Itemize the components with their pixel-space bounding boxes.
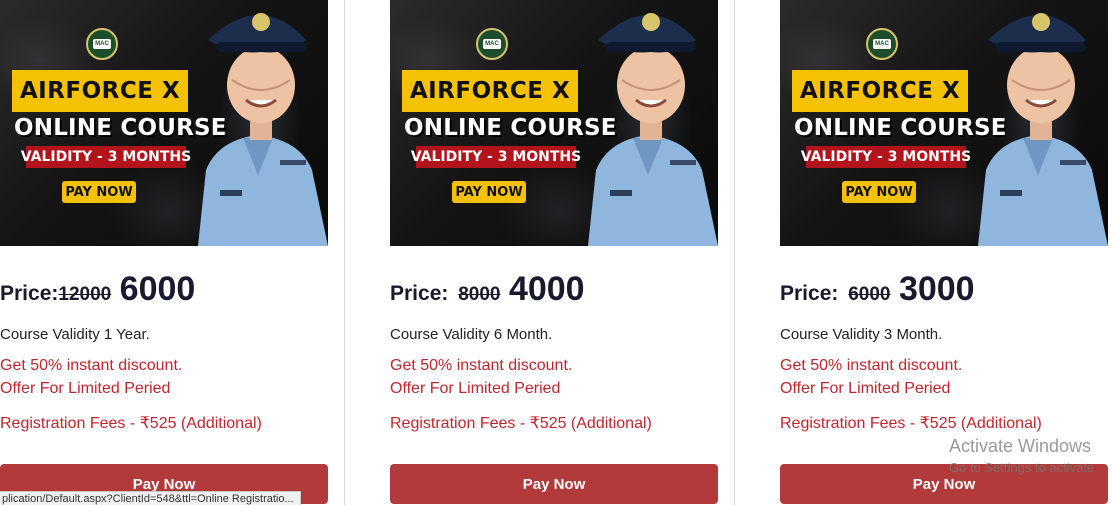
course-validity: Course Validity 1 Year.: [0, 326, 150, 343]
activate-windows-watermark: Activate Windows Go to Settings to activ…: [949, 436, 1094, 475]
banner-course-title: ONLINE COURSE: [14, 115, 227, 141]
banner-pay-tag: PAY NOW: [62, 181, 136, 203]
registration-fees: Registration Fees - ₹525 (Additional): [0, 415, 262, 432]
logo-text: MAC: [483, 39, 501, 49]
original-price: 8000: [458, 284, 501, 305]
banner-validity-tag: VALIDITY - 3 MONTHS: [411, 146, 581, 168]
banner-validity-tag: VALIDITY - 3 MONTHS: [801, 146, 971, 168]
academy-logo: MAC: [86, 28, 118, 60]
discount-text: Get 50% instant discount.: [390, 357, 573, 374]
offer-text: Offer For Limited Peried: [390, 380, 561, 397]
column-divider: [344, 0, 345, 505]
pay-now-button[interactable]: Pay Now: [390, 464, 718, 504]
original-price: 12000: [58, 284, 112, 305]
price-label: Price:: [390, 282, 455, 305]
banner-course-tag: AIRFORCE X: [402, 70, 578, 112]
price-row: Price: 8000 4000: [390, 270, 585, 309]
price-label: Price:: [0, 282, 59, 305]
academy-logo: MAC: [476, 28, 508, 60]
watermark-subtitle: Go to Settings to activate: [949, 460, 1095, 475]
banner-validity-tag: VALIDITY - 3 MONTHS: [21, 146, 191, 168]
discounted-price: 6000: [119, 270, 196, 308]
airforce-officer-image: [198, 13, 328, 246]
price-row: Price:12000 6000: [0, 270, 195, 309]
course-card-3-month: MAC AIRFORCE X ONLINE COURSE VALIDITY - …: [780, 0, 1110, 505]
banner-course-title: ONLINE COURSE: [794, 115, 1007, 141]
logo-text: MAC: [873, 39, 891, 49]
discount-text: Get 50% instant discount.: [780, 357, 963, 374]
discount-text: Get 50% instant discount.: [0, 357, 183, 374]
price-row: Price: 6000 3000: [780, 270, 975, 309]
price-label: Price:: [780, 282, 845, 305]
watermark-title: Activate Windows: [949, 436, 1092, 456]
offer-text: Offer For Limited Peried: [0, 380, 171, 397]
banner-pay-tag: PAY NOW: [452, 181, 526, 203]
registration-fees: Registration Fees - ₹525 (Additional): [390, 415, 652, 432]
course-card-6-month: MAC AIRFORCE X ONLINE COURSE VALIDITY - …: [390, 0, 720, 505]
course-banner-image[interactable]: MAC AIRFORCE X ONLINE COURSE VALIDITY - …: [390, 0, 718, 246]
airforce-officer-image: [978, 13, 1108, 246]
original-price: 6000: [848, 284, 891, 305]
course-card-1-year: MAC AIRFORCE X ONLINE COURSE VALIDITY - …: [0, 0, 330, 505]
airforce-officer-image: [588, 13, 718, 246]
banner-course-tag: AIRFORCE X: [792, 70, 968, 112]
offer-text: Offer For Limited Peried: [780, 380, 951, 397]
status-bar-url: plication/Default.aspx?ClientId=548&ttl=…: [0, 491, 301, 505]
registration-fees: Registration Fees - ₹525 (Additional): [780, 415, 1042, 432]
banner-course-title: ONLINE COURSE: [404, 115, 617, 141]
discounted-price: 3000: [898, 270, 975, 308]
logo-text: MAC: [93, 39, 111, 49]
discounted-price: 4000: [508, 270, 585, 308]
course-validity: Course Validity 6 Month.: [390, 326, 553, 343]
course-banner-image[interactable]: MAC AIRFORCE X ONLINE COURSE VALIDITY - …: [0, 0, 328, 246]
banner-course-tag: AIRFORCE X: [12, 70, 188, 112]
course-listing-page: MAC AIRFORCE X ONLINE COURSE VALIDITY - …: [0, 0, 1112, 505]
course-banner-image[interactable]: MAC AIRFORCE X ONLINE COURSE VALIDITY - …: [780, 0, 1108, 246]
banner-pay-tag: PAY NOW: [842, 181, 916, 203]
column-divider: [734, 0, 735, 505]
academy-logo: MAC: [866, 28, 898, 60]
course-validity: Course Validity 3 Month.: [780, 326, 943, 343]
